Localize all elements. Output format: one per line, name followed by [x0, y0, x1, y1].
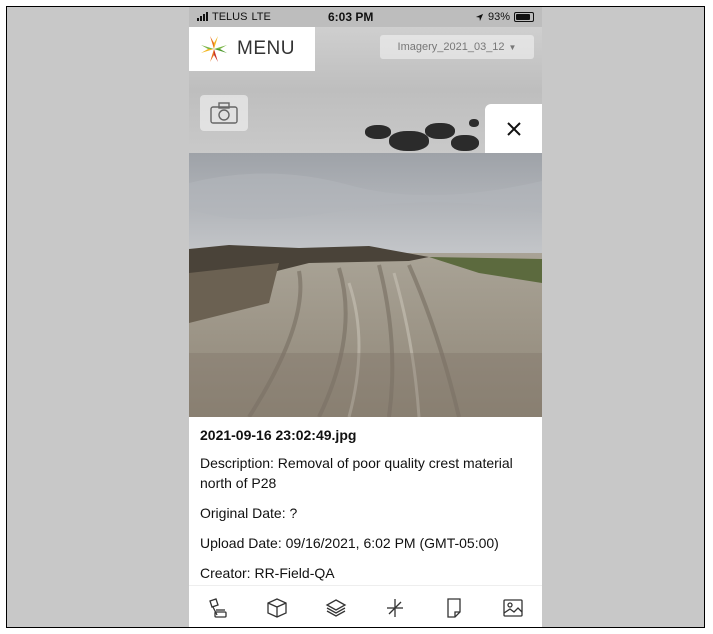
layers-icon: [325, 598, 347, 617]
site-photo: [189, 153, 542, 417]
imagery-selected-value: Imagery_2021_03_12: [397, 41, 505, 53]
photo-info: 2021-09-16 23:02:49.jpg Description: Rem…: [200, 425, 535, 593]
phone-screen: TELUS LTE 6:03 PM 93% MENU Imagery_2021_…: [189, 7, 542, 627]
3d-view-button[interactable]: [259, 590, 295, 626]
note-icon: [447, 597, 461, 618]
close-icon: [506, 121, 521, 136]
network-type: LTE: [251, 11, 271, 23]
location-arrow-icon: [475, 13, 484, 21]
camera-icon: [210, 102, 238, 124]
status-bar: TELUS LTE 6:03 PM 93%: [189, 7, 542, 27]
battery-group: 93%: [475, 11, 534, 23]
photo-filename: 2021-09-16 23:02:49.jpg: [200, 427, 357, 443]
photo-upload-date: Upload Date: 09/16/2021, 6:02 PM (GMT-05…: [200, 535, 499, 551]
photo-creator: Creator: RR-Field-QA: [200, 565, 335, 581]
images-button[interactable]: [495, 590, 531, 626]
status-time: 6:03 PM: [328, 10, 374, 24]
measure-icon: [386, 598, 403, 617]
star-compass-logo: [201, 36, 227, 62]
battery-icon: [514, 12, 534, 22]
photo-description: Description: Removal of poor quality cre…: [200, 455, 513, 491]
camera-button[interactable]: [200, 95, 248, 131]
box-3d-icon: [267, 597, 287, 618]
measure-button[interactable]: [377, 590, 413, 626]
signal-icon: [197, 12, 208, 21]
survey-tool-button[interactable]: [200, 590, 236, 626]
carrier-name: TELUS: [212, 11, 248, 23]
imagery-select[interactable]: Imagery_2021_03_12 ▼: [380, 35, 534, 59]
carrier-group: TELUS LTE: [197, 11, 271, 23]
photo-original-date: Original Date: ?: [200, 505, 298, 521]
menu-label: MENU: [237, 38, 295, 59]
survey-tool-icon: [209, 597, 228, 618]
site-photo-image: [189, 153, 542, 417]
close-button[interactable]: [485, 104, 542, 153]
battery-percent: 93%: [487, 11, 510, 23]
notes-button[interactable]: [436, 590, 472, 626]
caret-down-icon: ▼: [508, 42, 517, 52]
layers-button[interactable]: [318, 590, 354, 626]
screenshot-frame: TELUS LTE 6:03 PM 93% MENU Imagery_2021_…: [6, 6, 705, 628]
bottom-toolbar: [189, 585, 542, 627]
menu-button[interactable]: MENU: [189, 27, 315, 71]
image-icon: [502, 598, 523, 617]
